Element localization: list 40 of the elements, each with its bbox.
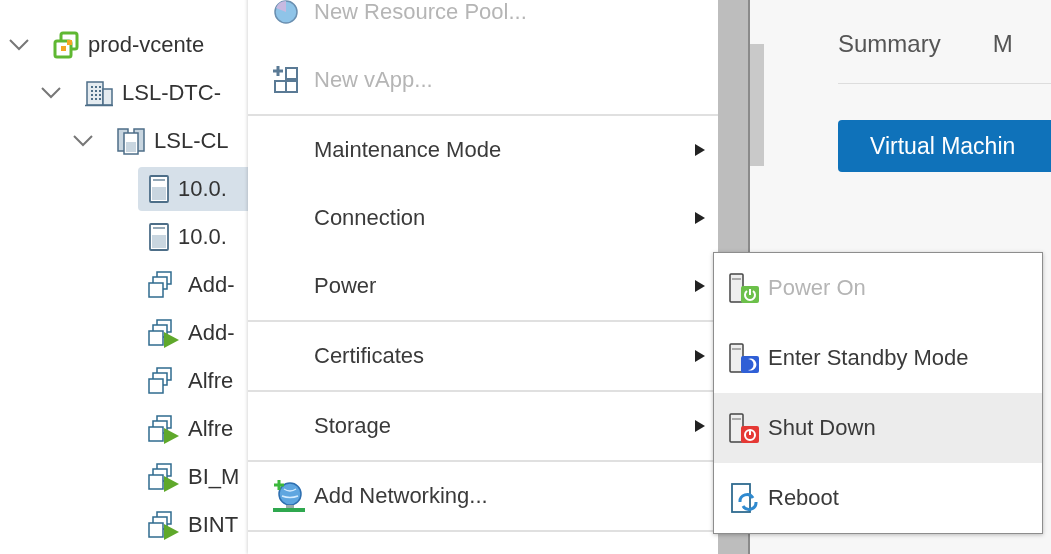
menu-item[interactable]: Certificates bbox=[248, 322, 718, 390]
vcenter-icon bbox=[52, 31, 80, 59]
menu-item[interactable]: Storage bbox=[248, 392, 718, 460]
running-vm-icon bbox=[148, 414, 180, 444]
running-vm-icon bbox=[148, 318, 180, 348]
tab[interactable]: Summary bbox=[838, 25, 941, 58]
pie-icon bbox=[272, 0, 300, 25]
server-icon bbox=[148, 174, 170, 204]
globe-add-icon bbox=[272, 479, 306, 513]
cluster-icon bbox=[116, 126, 146, 156]
server-icon bbox=[148, 222, 170, 252]
menu-item[interactable]: Reboot bbox=[714, 463, 1042, 533]
menu-item[interactable]: Add Networking... bbox=[248, 462, 718, 530]
chevron-icon[interactable] bbox=[72, 134, 94, 148]
tree-item[interactable]: 10.0. bbox=[138, 167, 248, 211]
tree-item[interactable]: Alfre bbox=[138, 407, 248, 451]
menu-item[interactable]: Enter Standby Mode bbox=[714, 323, 1042, 393]
tree-item[interactable]: LSL-DTC- bbox=[74, 71, 248, 115]
scrollbar-thumb[interactable] bbox=[750, 44, 764, 166]
tree-item[interactable]: Add- bbox=[138, 263, 248, 307]
menu-item[interactable]: Shut Down bbox=[714, 393, 1042, 463]
server-moon-icon bbox=[728, 342, 762, 374]
chevron-icon[interactable] bbox=[40, 86, 62, 100]
server-power-icon bbox=[728, 272, 762, 304]
menu-item[interactable]: Maintenance Mode bbox=[248, 116, 718, 184]
menu-item[interactable]: Connection bbox=[248, 184, 718, 252]
server-power-icon bbox=[728, 412, 762, 444]
tree-item[interactable]: Add- bbox=[138, 311, 248, 355]
tree-item[interactable]: BINT bbox=[138, 503, 248, 547]
running-vm-icon bbox=[148, 462, 180, 492]
building-icon bbox=[84, 79, 114, 107]
running-vm-icon bbox=[148, 510, 180, 540]
tree-item[interactable]: BI_M bbox=[138, 455, 248, 499]
chevron-icon[interactable] bbox=[8, 38, 30, 52]
tree-item[interactable]: Alfre bbox=[138, 359, 248, 403]
tree-item[interactable]: LSL-CL bbox=[106, 119, 248, 163]
tree-item[interactable]: prod-vcente bbox=[42, 23, 248, 67]
tab[interactable]: M bbox=[992, 25, 1013, 58]
virtual-machines-button[interactable]: Virtual Machin bbox=[838, 120, 1051, 172]
tree-item[interactable]: 10.0. bbox=[138, 215, 248, 259]
